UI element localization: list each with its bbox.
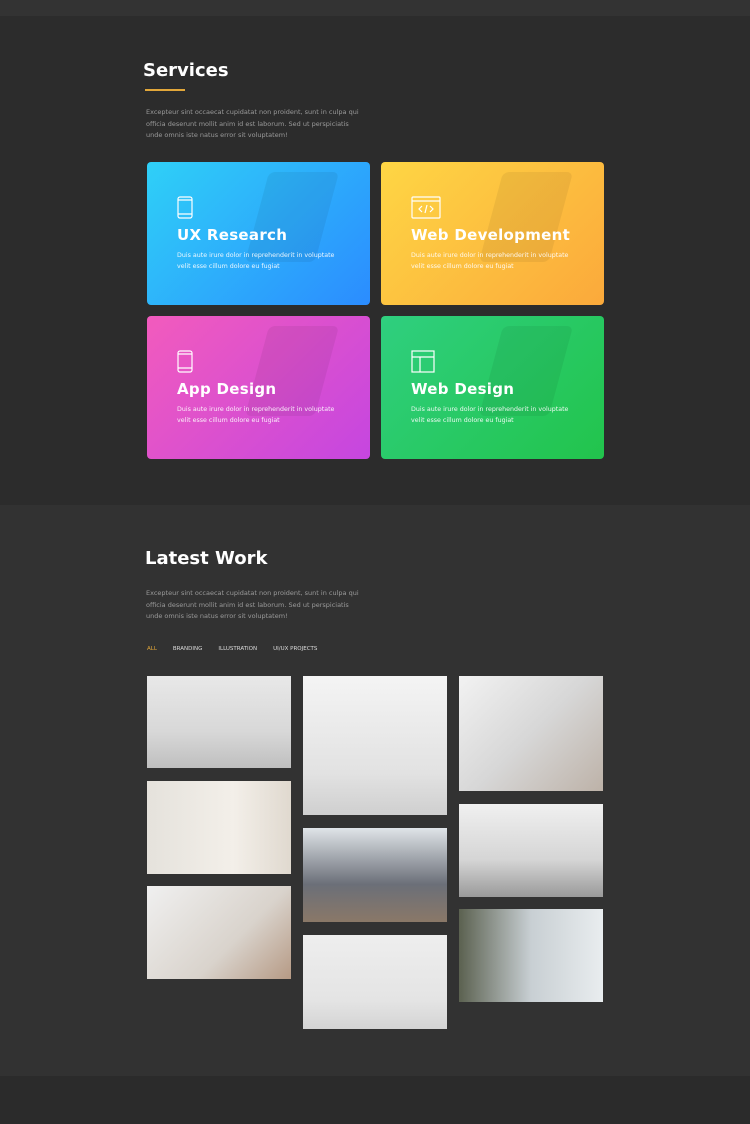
background-photo	[478, 326, 574, 416]
portfolio-image-workspace-lamp[interactable]	[147, 781, 291, 874]
background-photo	[244, 326, 340, 416]
portfolio-image-phone-hands[interactable]	[147, 886, 291, 979]
service-card-title: Web Design	[411, 380, 515, 398]
filter-branding[interactable]: BRANDING	[173, 646, 202, 652]
services-title: Services	[143, 60, 229, 81]
portfolio-image-handshake[interactable]	[303, 828, 447, 922]
services-description: Excepteur sint occaecat cupidatat non pr…	[146, 108, 359, 139]
service-card-title: Web Development	[411, 226, 571, 244]
footer	[0, 1076, 750, 1124]
mobile-icon	[177, 350, 193, 373]
code-window-icon	[411, 196, 441, 219]
background-photo	[244, 172, 340, 262]
service-card-text: Duis aute irure dolor in reprehenderit i…	[177, 406, 335, 424]
service-card-app-design[interactable]: App Design Duis aute irure dolor in repr…	[147, 316, 370, 459]
title-underline	[145, 89, 185, 91]
service-card-web-development[interactable]: Web Development Duis aute irure dolor in…	[381, 162, 604, 305]
service-card-web-design[interactable]: Web Design Duis aute irure dolor in repr…	[381, 316, 604, 459]
latest-work-title: Latest Work	[145, 548, 268, 569]
latest-work-description: Excepteur sint occaecat cupidatat non pr…	[146, 589, 359, 620]
portfolio-image-laptop-desk[interactable]	[459, 804, 603, 897]
portfolio-image-imac-chart[interactable]	[303, 676, 447, 815]
service-card-title: UX Research	[177, 226, 288, 244]
portfolio-image-office-window[interactable]	[459, 909, 603, 1002]
service-card-text: Duis aute irure dolor in reprehenderit i…	[177, 252, 335, 270]
service-card-ux-research[interactable]: UX Research Duis aute irure dolor in rep…	[147, 162, 370, 305]
filter-all[interactable]: ALL	[147, 646, 157, 652]
service-card-title: App Design	[177, 380, 277, 398]
service-card-text: Duis aute irure dolor in reprehenderit i…	[411, 406, 569, 424]
portfolio-image-desk-mug[interactable]	[303, 935, 447, 1029]
portfolio-image-desk-laptop[interactable]	[147, 676, 291, 768]
service-card-text: Duis aute irure dolor in reprehenderit i…	[411, 252, 569, 270]
mobile-icon	[177, 196, 193, 219]
top-bar	[0, 0, 750, 16]
services-section	[0, 16, 750, 505]
portfolio-image-typing-laptop[interactable]	[459, 676, 603, 791]
filter-uiux-projects[interactable]: UI/UX PROJECTS	[273, 646, 317, 652]
background-photo	[478, 172, 574, 262]
layout-icon	[411, 350, 435, 373]
filter-illustration[interactable]: ILLUSTRATION	[218, 646, 257, 652]
portfolio-filters: ALL BRANDING ILLUSTRATION UI/UX PROJECTS	[147, 646, 317, 652]
